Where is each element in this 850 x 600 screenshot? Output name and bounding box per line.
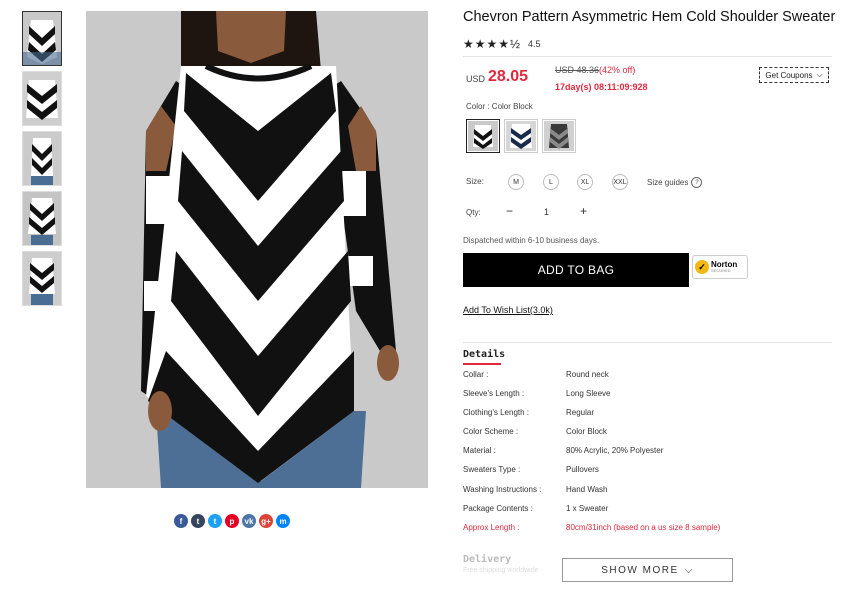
discount-percent: (42% off): [599, 65, 636, 75]
thumbnail-2[interactable]: [22, 71, 62, 126]
dispatch-note: Dispatched within 6-10 business days.: [463, 236, 600, 245]
norton-secured-badge: ✓ Norton SECURED: [692, 255, 748, 279]
messenger-icon[interactable]: m: [276, 514, 290, 528]
qty-increase-button[interactable]: +: [580, 204, 587, 218]
old-price: USD 48.36: [555, 65, 600, 75]
thumbnail-4[interactable]: [22, 191, 62, 246]
pinterest-icon[interactable]: p: [225, 514, 239, 528]
size-option-xl[interactable]: XL: [577, 174, 593, 190]
divider: [463, 56, 832, 57]
price-currency: USD: [466, 74, 486, 84]
qty-value[interactable]: 1: [544, 207, 549, 217]
spec-value: Hand Wash: [566, 485, 608, 494]
sale-price: 28.05: [488, 68, 529, 85]
delivery-heading: Delivery: [463, 554, 512, 565]
size-label: Size:: [466, 177, 484, 186]
spec-key: Material :: [463, 446, 496, 455]
qty-label: Qty:: [466, 208, 481, 217]
product-title: Chevron Pattern Asymmetric Hem Cold Shou…: [463, 9, 836, 25]
color-swatch-1[interactable]: [466, 119, 500, 153]
spec-key: Approx Length :: [463, 523, 520, 532]
size-option-xxl[interactable]: XXL: [612, 174, 628, 190]
google-plus-icon[interactable]: g+: [259, 514, 273, 528]
facebook-icon[interactable]: f: [174, 514, 188, 528]
rating[interactable]: ★★★★½ 4.5: [463, 37, 541, 51]
get-coupons-button[interactable]: Get Coupons ⌵: [759, 67, 829, 83]
details-heading-underline: [463, 363, 501, 365]
coupon-label: Get Coupons: [765, 70, 813, 80]
countdown-timer: 17day(s) 08:11:09:928: [555, 82, 648, 92]
show-more-button[interactable]: SHOW MORE ⌵: [562, 558, 733, 582]
spec-value: Long Sleeve: [566, 389, 611, 398]
tumblr-icon[interactable]: t: [191, 514, 205, 528]
size-option-m[interactable]: M: [508, 174, 524, 190]
spec-value: 80cm/31inch (based on a us size 8 sample…: [566, 523, 721, 532]
chevron-down-icon: ⌵: [816, 70, 823, 79]
thumbnail-3[interactable]: [22, 131, 62, 186]
qty-decrease-button[interactable]: −: [506, 204, 513, 218]
color-swatches: [466, 119, 576, 153]
divider: [463, 342, 832, 343]
spec-key: Clothing's Length :: [463, 408, 530, 417]
add-to-wish-list-link[interactable]: Add To Wish List(3.0k): [463, 305, 553, 315]
share-bar: f t t p vk g+ m: [174, 514, 290, 528]
color-swatch-3[interactable]: [542, 119, 576, 153]
spec-key: Color Scheme :: [463, 427, 519, 436]
thumbnail-5[interactable]: [22, 251, 62, 306]
spec-key: Washing Instructions :: [463, 485, 542, 494]
rating-stars-icon: ★★★★½: [463, 37, 522, 51]
add-to-bag-button[interactable]: ADD TO BAG: [463, 253, 689, 287]
spec-key: Package Contents :: [463, 504, 533, 513]
size-guides-link[interactable]: Size guides ?: [647, 177, 703, 188]
spec-key: Collar :: [463, 370, 489, 379]
twitter-icon[interactable]: t: [208, 514, 222, 528]
checkmark-icon: ✓: [695, 260, 709, 274]
old-price-row: USD 48.36(42% off): [555, 65, 635, 75]
thumbnail-1[interactable]: [22, 11, 62, 66]
chevron-down-icon: ⌵: [684, 564, 694, 576]
main-product-image[interactable]: [86, 11, 428, 488]
spec-value: Pullovers: [566, 465, 599, 474]
details-heading: Details: [463, 349, 506, 360]
thumbnail-list: [22, 11, 62, 311]
size-guides-label: Size guides: [647, 178, 689, 187]
rating-value: 4.5: [528, 39, 541, 49]
color-swatch-2[interactable]: [504, 119, 538, 153]
question-icon: ?: [691, 177, 703, 188]
delivery-text: Free shipping worldwide: [463, 567, 539, 574]
spec-value: 80% Acrylic, 20% Polyester: [566, 446, 664, 455]
norton-sub: SECURED: [711, 268, 731, 273]
spec-key: Sweaters Type :: [463, 465, 521, 474]
color-label: Color : Color Block: [466, 102, 533, 111]
show-more-label: SHOW MORE: [601, 564, 679, 576]
size-option-l[interactable]: L: [543, 174, 559, 190]
spec-value: Color Block: [566, 427, 607, 436]
spec-value: 1 x Sweater: [566, 504, 609, 513]
vk-icon[interactable]: vk: [242, 514, 256, 528]
spec-value: Regular: [566, 408, 595, 417]
spec-value: Round neck: [566, 370, 609, 379]
spec-key: Sleeve's Length :: [463, 389, 525, 398]
